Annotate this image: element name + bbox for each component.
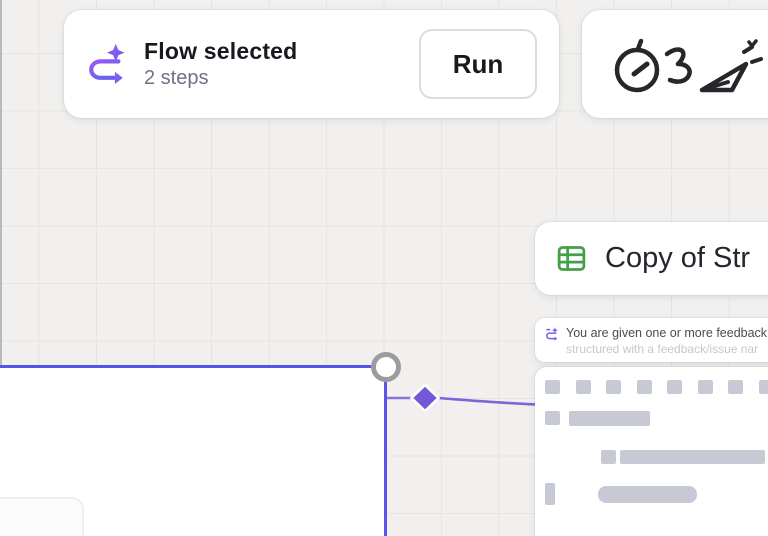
sheet-node-header[interactable]: Copy of Str — [535, 222, 768, 295]
skeleton-bar — [598, 486, 697, 503]
flow-sparkle-icon — [545, 327, 559, 341]
node-connector-handle[interactable] — [371, 352, 401, 382]
skeleton-row — [545, 411, 768, 426]
spreadsheet-table-icon — [555, 242, 588, 275]
skeleton-cell — [728, 380, 743, 394]
prompt-line-1: You are given one or more feedback — [566, 326, 767, 340]
table-node-card[interactable] — [535, 367, 768, 536]
skeleton-row — [545, 483, 768, 505]
skeleton-row — [601, 450, 768, 464]
skeleton-cell — [698, 380, 713, 394]
hand-drawn-stopwatch-3-pen-doodle-icon — [610, 28, 768, 100]
skeleton-cell — [545, 411, 560, 425]
nested-node-card[interactable] — [0, 497, 84, 536]
flow-canvas[interactable]: { "canvas": { "background_color": "#f1f0… — [0, 0, 768, 536]
toolbar-title: Flow selected — [144, 38, 403, 65]
skeleton-bar — [569, 411, 650, 426]
skeleton-cell — [601, 450, 616, 464]
flow-sparkle-icon — [86, 43, 128, 85]
skeleton-cell — [637, 380, 652, 394]
prompt-node-card[interactable]: You are given one or more feedback struc… — [535, 318, 768, 362]
toolbar-step-count: 2 steps — [144, 67, 403, 90]
selection-toolbar: Flow selected 2 steps Run — [64, 10, 559, 118]
run-button[interactable]: Run — [419, 29, 537, 99]
prompt-text: You are given one or more feedback struc… — [566, 326, 767, 356]
skeleton-cell — [667, 380, 682, 394]
edge-diamond-marker — [412, 385, 439, 411]
prompt-line-2: structured with a feedback/issue nar — [566, 342, 767, 356]
skeleton-header-row — [545, 380, 768, 394]
skeleton-bar — [620, 450, 765, 464]
skeleton-cell — [606, 380, 621, 394]
skeleton-cell — [759, 380, 768, 394]
skeleton-cell — [576, 380, 591, 394]
skeleton-cell — [545, 380, 560, 394]
sheet-node-title: Copy of Str — [605, 242, 750, 275]
doodle-card[interactable] — [582, 10, 768, 118]
skeleton-cell — [545, 483, 555, 505]
toolbar-text: Flow selected 2 steps — [144, 38, 403, 90]
flow-node-card[interactable] — [0, 365, 387, 536]
